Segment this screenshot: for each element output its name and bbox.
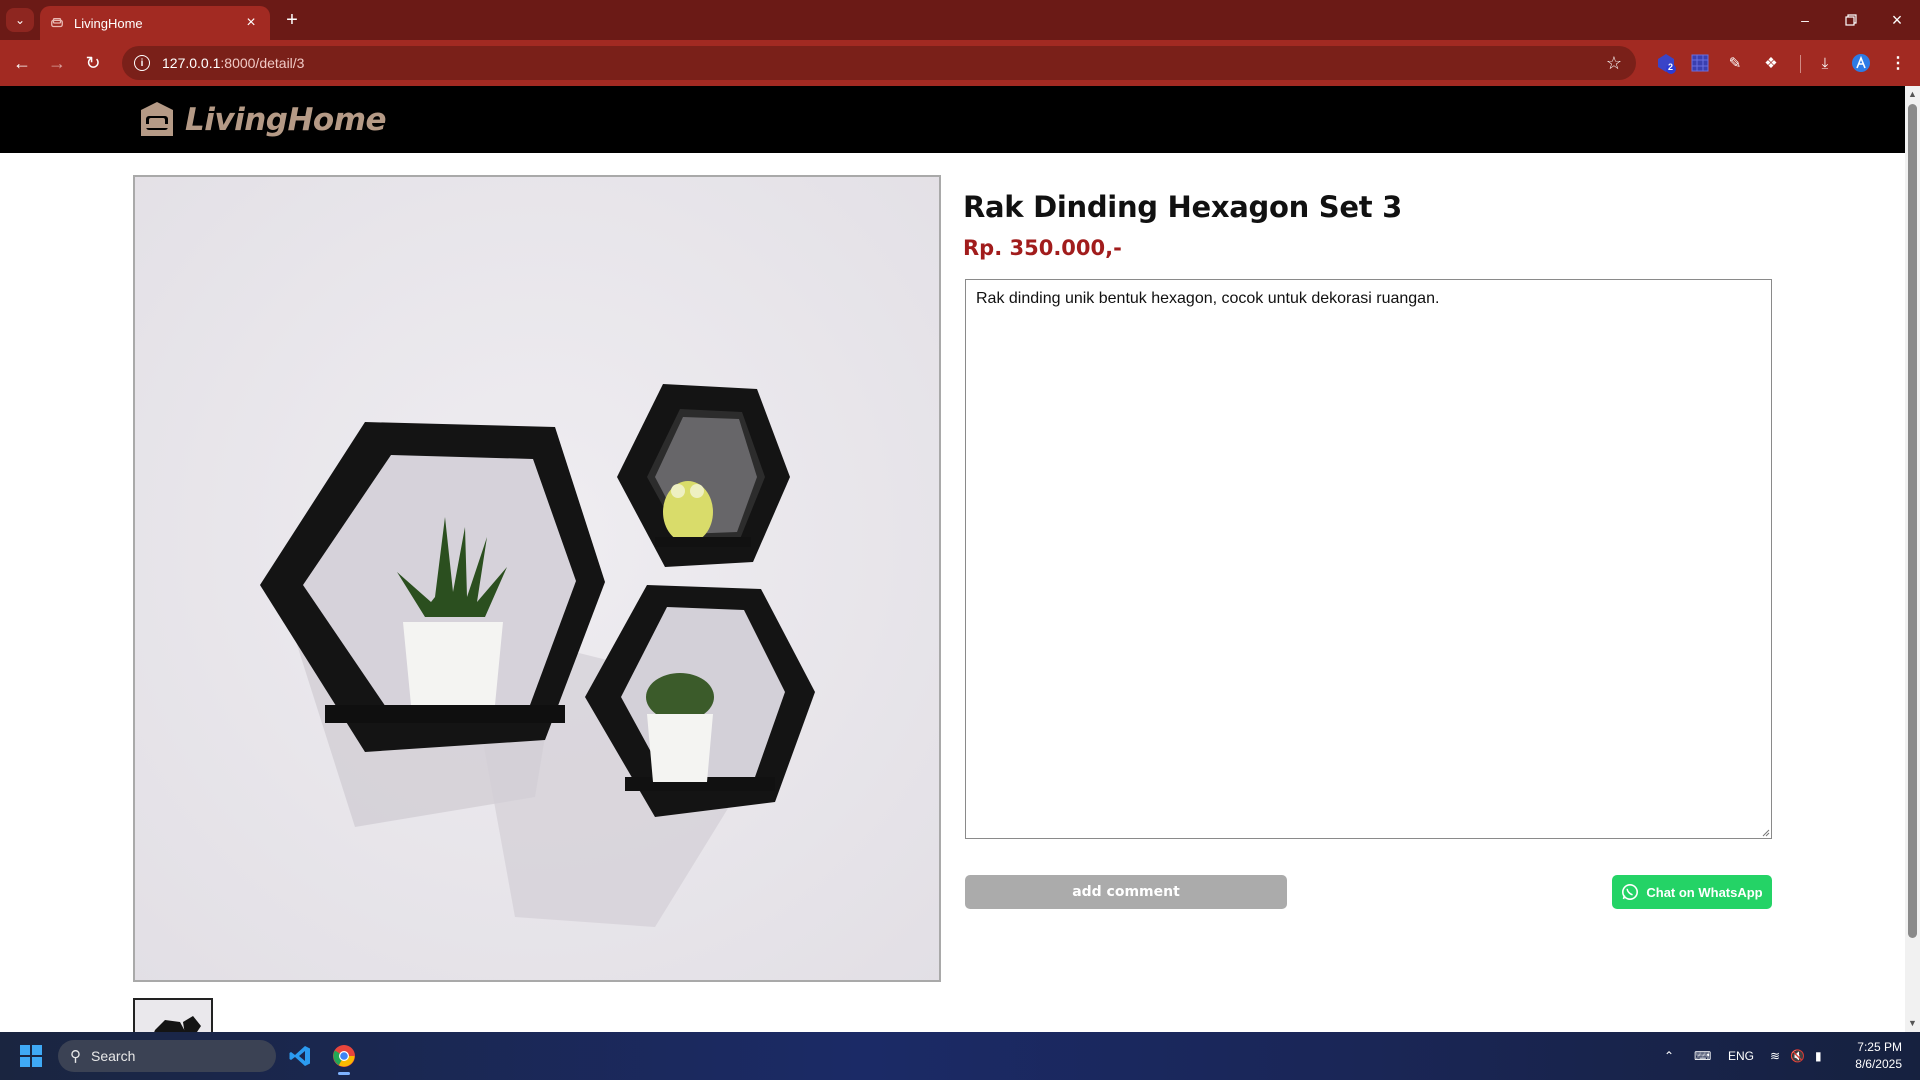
scroll-up-icon[interactable]: ▲ xyxy=(1908,90,1917,99)
back-button[interactable]: ← xyxy=(8,49,36,77)
browser-tab-strip: ⌄ LivingHome × + – × xyxy=(0,0,1920,40)
product-price: Rp. 350.000,- xyxy=(963,236,1122,260)
restore-icon xyxy=(1845,14,1857,26)
keyboard-tray[interactable]: ⌨ xyxy=(1694,1032,1711,1080)
eyedropper-icon: ✎ xyxy=(1728,55,1742,72)
keyboard-icon: ⌨ xyxy=(1694,1049,1712,1063)
language-label: ENG xyxy=(1728,1049,1755,1063)
chevron-up-icon: ⌃ xyxy=(1664,1049,1675,1063)
windows-logo-icon xyxy=(20,1045,30,1055)
minimize-icon: – xyxy=(1801,12,1809,28)
download-button[interactable]: ⤓ xyxy=(1813,51,1837,75)
browser-toolbar: ← → ↻ i 127.0.0.1 :8000/detail/3 ☆ 2 ✎ ❖… xyxy=(0,40,1920,86)
extension-badge: 2 xyxy=(1668,62,1674,72)
whatsapp-label: Chat on WhatsApp xyxy=(1646,884,1763,900)
star-icon[interactable]: ☆ xyxy=(1606,53,1622,74)
quick-settings[interactable]: ≋ 🔇 ▮ xyxy=(1770,1032,1822,1080)
language-indicator[interactable]: ENG xyxy=(1728,1032,1754,1080)
start-button[interactable] xyxy=(20,1045,42,1067)
site-header: LivingHome xyxy=(0,86,1905,153)
close-icon: × xyxy=(1891,9,1903,30)
chat-whatsapp-button[interactable]: Chat on WhatsApp xyxy=(1612,875,1772,909)
vscode-icon xyxy=(289,1046,310,1066)
brand-name: LivingHome xyxy=(185,102,387,138)
forward-button[interactable]: → xyxy=(43,49,71,77)
browser-tab[interactable]: LivingHome × xyxy=(40,6,270,40)
windows-taskbar: ⚲ Search ⌃ ⌨ ENG ≋ 🔇 ▮ 7:25 PM 8/6/2025 xyxy=(0,1032,1920,1080)
scroll-down-icon[interactable]: ▼ xyxy=(1908,1019,1917,1028)
sofa-icon xyxy=(51,17,63,28)
product-title: Rak Dinding Hexagon Set 3 xyxy=(963,190,1402,224)
search-icon: ⚲ xyxy=(70,1048,81,1065)
chrome-icon xyxy=(333,1045,355,1067)
product-thumbnail[interactable] xyxy=(133,998,213,1033)
wifi-icon: ≋ xyxy=(1770,1049,1781,1063)
clock-time: 7:25 PM xyxy=(1857,1040,1902,1054)
kebab-menu-icon: ⋮ xyxy=(1890,55,1906,72)
show-hidden-icons[interactable]: ⌃ xyxy=(1664,1032,1674,1080)
add-comment-label: add comment xyxy=(1072,884,1180,900)
taskbar-chrome[interactable] xyxy=(324,1040,364,1075)
add-comment-button[interactable]: add comment xyxy=(965,875,1287,909)
arrow-left-icon: ← xyxy=(13,52,31,73)
product-main-image xyxy=(133,175,941,982)
toolbar-separator xyxy=(1800,55,1801,73)
clock-date: 8/6/2025 xyxy=(1855,1057,1902,1071)
browser-menu-button[interactable]: ⋮ xyxy=(1886,51,1910,75)
puzzle-icon: ❖ xyxy=(1764,55,1778,72)
volume-muted-icon: 🔇 xyxy=(1790,1049,1806,1063)
close-window-button[interactable]: × xyxy=(1874,0,1920,40)
close-icon[interactable]: × xyxy=(242,14,260,32)
sofa-icon xyxy=(141,102,173,136)
resize-grip-icon[interactable] xyxy=(1762,829,1770,837)
plus-icon: + xyxy=(286,8,298,31)
extension-icon xyxy=(1658,54,1676,74)
reload-button[interactable]: ↻ xyxy=(79,49,107,77)
info-icon[interactable]: i xyxy=(134,55,150,71)
new-tab-button[interactable]: + xyxy=(280,8,304,32)
battery-icon: ▮ xyxy=(1815,1049,1822,1063)
address-bar[interactable]: i 127.0.0.1 :8000/detail/3 ☆ xyxy=(122,46,1636,80)
grid-extension-icon xyxy=(1691,54,1709,72)
restore-button[interactable] xyxy=(1828,0,1874,40)
url-path: :8000/detail/3 xyxy=(220,55,305,71)
extension-button-1[interactable]: 2 xyxy=(1654,51,1678,75)
avatar xyxy=(1852,54,1870,72)
whatsapp-icon xyxy=(1621,883,1639,901)
download-icon: ⤓ xyxy=(1821,54,1829,72)
reload-icon: ↻ xyxy=(85,52,101,73)
product-description-textarea[interactable]: Rak dinding unik bentuk hexagon, cocok u… xyxy=(965,279,1772,839)
scrollbar-thumb[interactable] xyxy=(1908,104,1917,938)
taskbar-search[interactable]: ⚲ Search xyxy=(58,1040,276,1072)
extension-button-2[interactable] xyxy=(1688,51,1712,75)
page-scrollbar[interactable]: ▲ ▼ xyxy=(1905,86,1920,1032)
profile-button[interactable] xyxy=(1849,51,1873,75)
chevron-down-icon: ⌄ xyxy=(14,13,26,27)
extensions-button[interactable]: ❖ xyxy=(1759,51,1783,75)
tab-search-button[interactable]: ⌄ xyxy=(6,8,34,32)
taskbar-search-label: Search xyxy=(91,1048,136,1064)
eyedropper-button[interactable]: ✎ xyxy=(1723,51,1747,75)
minimize-button[interactable]: – xyxy=(1782,0,1828,40)
tab-title: LivingHome xyxy=(74,15,143,31)
system-clock[interactable]: 7:25 PM 8/6/2025 xyxy=(1842,1039,1902,1073)
url-host: 127.0.0.1 xyxy=(162,55,221,71)
arrow-right-icon: → xyxy=(48,52,66,73)
brand-logo[interactable]: LivingHome xyxy=(137,98,387,142)
taskbar-vscode[interactable] xyxy=(280,1040,320,1072)
